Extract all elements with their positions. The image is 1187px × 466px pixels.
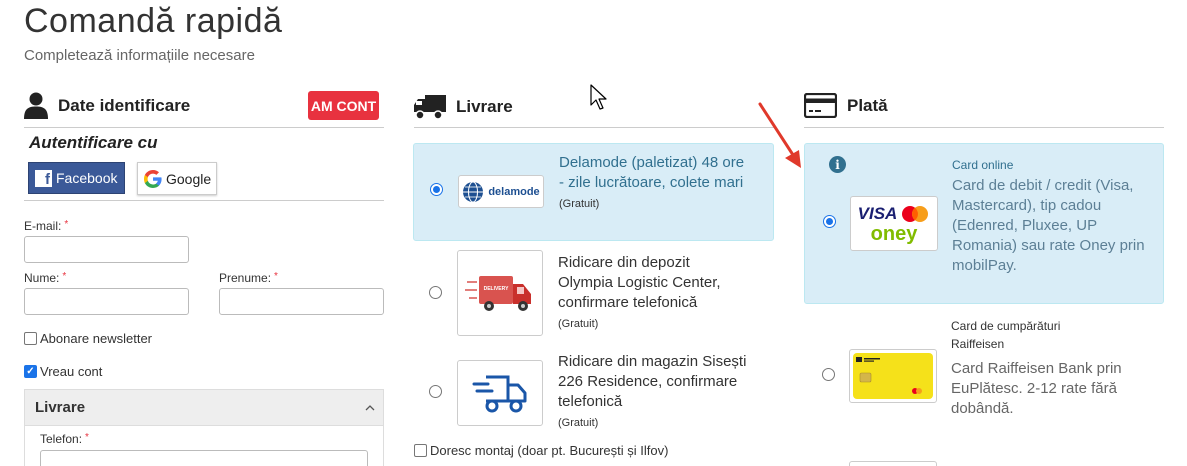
account-checkbox-row[interactable]: ✓ Vreau cont: [24, 364, 102, 379]
payment-divider: [804, 127, 1164, 128]
nume-field[interactable]: [24, 288, 189, 315]
truck-icon: [414, 95, 446, 120]
delivery-option-text: Ridicare din depozit Olympia Logistic Ce…: [558, 254, 721, 330]
account-label: Vreau cont: [40, 364, 103, 379]
montaj-checkbox[interactable]: [414, 444, 427, 457]
payment-heading-label: Plată: [847, 95, 888, 115]
payment-radio-raiffeisen[interactable]: [822, 368, 835, 381]
page-title: Comandă rapidă: [24, 2, 283, 40]
newsletter-checkbox[interactable]: [24, 332, 37, 345]
livrare-panel-title: Livrare: [35, 399, 86, 416]
payment-option-description: Card de debit / credit (Visa, Mastercard…: [952, 177, 1145, 274]
delivery-radio-depozit[interactable]: [429, 286, 442, 299]
delivery-option-depozit[interactable]: DELIVERY Ridicare din depozit Olympia Lo…: [413, 250, 774, 338]
payment-option-raiffeisen[interactable]: Card de cumpărături Raiffeisen Card Raif…: [804, 315, 1164, 425]
delamode-logo: delamode: [458, 175, 544, 208]
fast-truck-icon: [472, 375, 527, 413]
identification-heading: Date identificare: [24, 92, 190, 119]
mastercard-icon: [902, 205, 929, 222]
google-icon: [144, 169, 162, 188]
auth-divider: [24, 200, 384, 201]
prenume-field[interactable]: [219, 288, 384, 315]
livrare-panel: Livrare Telefon: *: [24, 389, 384, 466]
payment-heading: Plată: [804, 93, 888, 118]
user-icon: [24, 92, 48, 119]
facebook-icon: f: [35, 169, 52, 187]
store-pickup-image: [457, 360, 543, 426]
credit-card-icon: [804, 93, 837, 118]
identification-divider: [24, 127, 384, 128]
email-field[interactable]: [24, 236, 189, 263]
annotation-arrow-icon: [758, 102, 801, 168]
google-label: Google: [166, 170, 212, 187]
delivery-van-icon: DELIVERY: [465, 276, 531, 311]
delivery-option-delamode[interactable]: delamode Delamode (paletizat) 48 ore - z…: [413, 143, 774, 241]
delivery-radio-delamode[interactable]: [430, 183, 443, 196]
account-checkbox[interactable]: ✓: [24, 365, 37, 378]
info-icon[interactable]: i: [829, 156, 846, 173]
facebook-login-button[interactable]: f Facebook: [28, 162, 125, 194]
payment-option-title: Card de cumpărături Raiffeisen: [951, 319, 1061, 351]
globe-icon: [463, 181, 484, 202]
payment-option-description: Card Raiffeisen Bank prin EuPlătesc. 2-1…: [951, 360, 1122, 417]
payment-option-next-thumb: [849, 461, 937, 466]
delivery-van-image: DELIVERY: [457, 250, 543, 336]
raiffeisen-card-icon: [853, 353, 933, 399]
delivery-radio-magazin[interactable]: [429, 385, 442, 398]
visa-oney-logo: VISA oney: [850, 196, 938, 251]
newsletter-label: Abonare newsletter: [40, 331, 153, 346]
newsletter-checkbox-row[interactable]: Abonare newsletter: [24, 331, 152, 346]
delivery-heading-label: Livrare: [456, 97, 513, 116]
chevron-up-icon[interactable]: [365, 404, 375, 411]
auth-title: Autentificare cu: [29, 133, 158, 152]
am-cont-button[interactable]: AM CONT: [308, 91, 379, 120]
google-login-button[interactable]: Google: [137, 162, 217, 195]
payment-radio-card-online[interactable]: [823, 215, 836, 228]
phone-field[interactable]: [40, 450, 368, 466]
livrare-panel-header[interactable]: Livrare: [25, 390, 383, 426]
identification-heading-label: Date identificare: [58, 95, 191, 115]
email-label: E-mail: *: [24, 219, 69, 233]
delivery-van-text: DELIVERY: [484, 286, 509, 292]
delivery-option-magazin[interactable]: Ridicare din magazin Sisești 226 Residen…: [413, 353, 774, 429]
nume-label: Nume: *: [24, 271, 67, 285]
payment-option-title: Card online: [952, 158, 1014, 172]
delivery-option-text: Ridicare din magazin Sisești 226 Residen…: [558, 353, 747, 429]
montaj-label: Doresc montaj (doar pt. București și Ilf…: [430, 443, 669, 458]
phone-label: Telefon: *: [40, 432, 89, 446]
prenume-label: Prenume: *: [219, 271, 278, 285]
delivery-option-text: Delamode (paletizat) 48 ore - zile lucră…: [559, 154, 745, 210]
page-subtitle: Completează informațiile necesare: [24, 47, 255, 64]
facebook-label: Facebook: [56, 170, 118, 186]
mouse-cursor-icon: [590, 84, 607, 110]
raiffeisen-card-image: [849, 349, 937, 403]
payment-option-card-online[interactable]: i VISA oney Card online Card de debit / …: [804, 143, 1164, 304]
delivery-heading: Livrare: [414, 94, 513, 120]
montaj-checkbox-row[interactable]: Doresc montaj (doar pt. București și Ilf…: [414, 443, 668, 458]
delivery-divider: [414, 127, 774, 128]
